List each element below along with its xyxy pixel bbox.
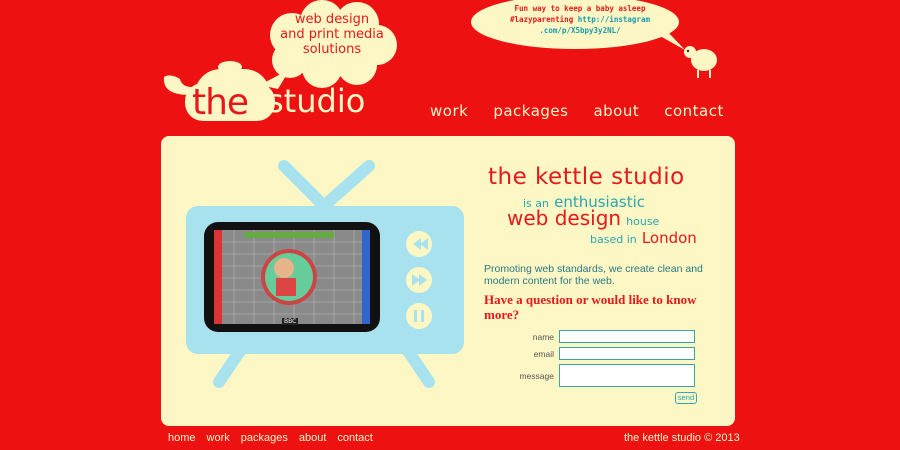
headline-line-4: based in London	[590, 228, 697, 247]
nav-packages[interactable]: packages	[493, 102, 568, 120]
footer-work[interactable]: work	[207, 432, 230, 444]
copyright: the kettle studio © 2013	[624, 432, 740, 444]
headline-title: the kettle studio	[488, 164, 685, 190]
tv-screen-label: BBC	[282, 318, 299, 325]
footer-home[interactable]: home	[168, 432, 196, 444]
footer-contact[interactable]: contact	[337, 432, 372, 444]
logo-studio: studio	[267, 82, 366, 120]
headline-house: house	[626, 215, 660, 228]
cloud-line-2: and print media	[280, 27, 384, 42]
name-field[interactable]	[559, 330, 695, 343]
tweet-hashtag[interactable]: #lazyparenting	[510, 15, 573, 24]
footer-about[interactable]: about	[299, 432, 327, 444]
tweet-link[interactable]: http://instagram	[578, 15, 650, 24]
nav-about[interactable]: about	[593, 102, 639, 120]
tweet-text: Fun way to keep a baby asleep #lazyparen…	[480, 3, 680, 36]
pause-button[interactable]	[406, 303, 432, 329]
footer-nav: home work packages about contact	[168, 432, 373, 444]
cloud-line-1: web design	[294, 12, 370, 27]
headline-line-3: web design house	[507, 206, 659, 230]
footer-packages[interactable]: packages	[241, 432, 288, 444]
cloud-tagline: web design and print media solutions	[262, 12, 402, 57]
message-label: message	[519, 371, 555, 381]
name-label: name	[532, 332, 554, 342]
send-button[interactable]: send	[675, 392, 697, 404]
main-nav: work packages about contact	[430, 102, 724, 120]
nav-work[interactable]: work	[430, 102, 468, 120]
headline-web-design: web design	[507, 206, 622, 230]
logo-the: the	[192, 82, 249, 123]
message-field[interactable]	[559, 364, 695, 387]
email-label: email	[533, 349, 554, 359]
fast-forward-button[interactable]	[406, 267, 432, 293]
sheep-icon	[684, 46, 717, 78]
headline-based-in: based in	[590, 233, 637, 246]
contact-question: Have a question or would like to know mo…	[484, 292, 697, 322]
tweet-link-cont[interactable]: .com/p/X5bpy3y2NL/	[480, 25, 680, 36]
tweet-line-1: Fun way to keep a baby asleep	[514, 4, 646, 13]
headline-london: London	[641, 229, 697, 247]
promo-text: Promoting web standards, we create clean…	[484, 263, 703, 287]
email-field[interactable]	[559, 347, 695, 360]
rewind-button[interactable]	[406, 231, 432, 257]
nav-contact[interactable]: contact	[664, 102, 724, 120]
